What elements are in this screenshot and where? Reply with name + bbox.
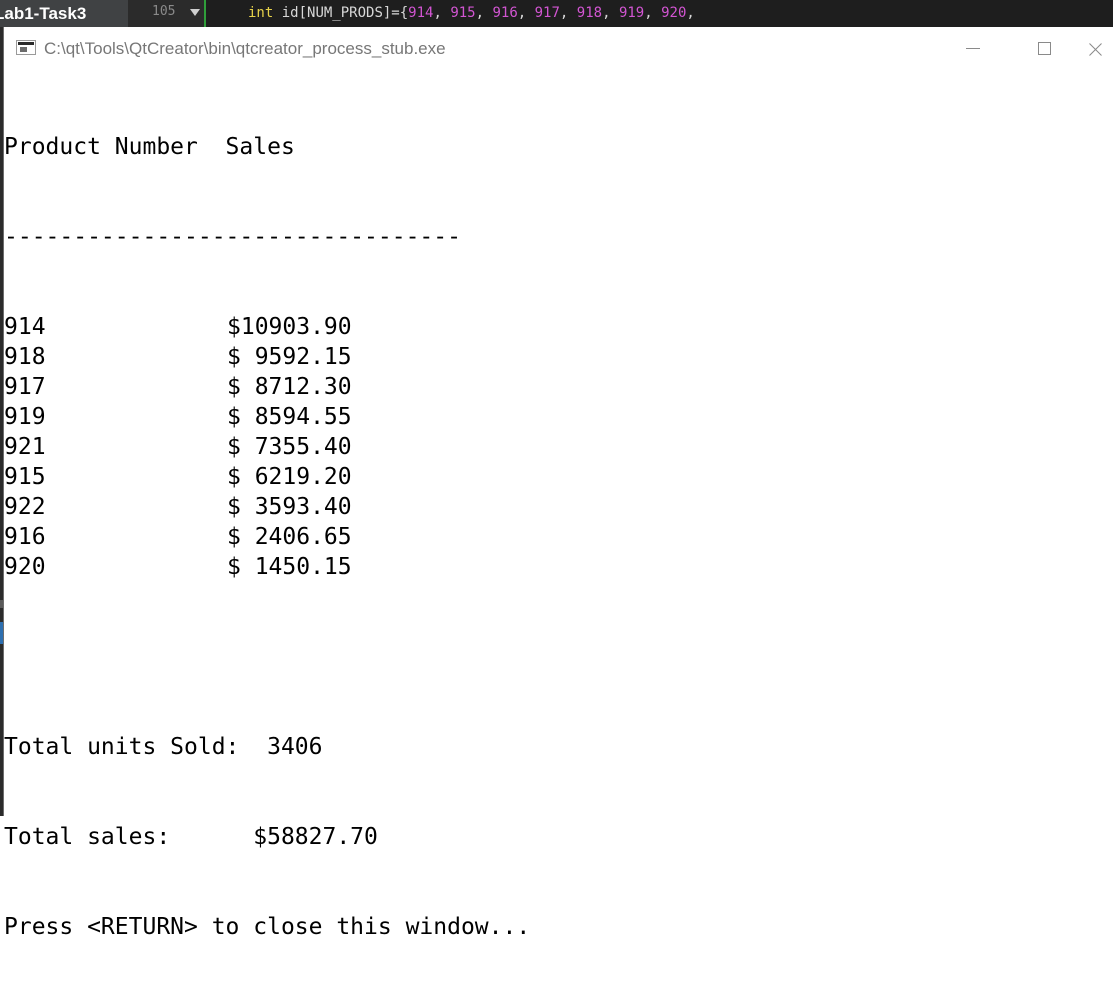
sales-value: $ 3593.40 xyxy=(227,494,352,520)
console-output[interactable]: Product Number Sales -------------------… xyxy=(4,72,1113,940)
sales-value: $ 7355.40 xyxy=(227,434,352,460)
table-row: 916 $ 2406.65 xyxy=(4,522,1113,552)
code-line[interactable]: int id[NUM_PRODS]={914, 915, 916, 917, 9… xyxy=(206,0,695,27)
close-icon xyxy=(1089,42,1103,56)
project-tab[interactable]: Lab1-Task3 xyxy=(0,0,128,27)
code-number: 918 xyxy=(576,5,603,21)
sales-value: $ 6219.20 xyxy=(227,464,352,490)
code-prefix: id[NUM_PRODS]={ xyxy=(273,5,409,21)
table-row: 917 $ 8712.30 xyxy=(4,372,1113,402)
table-divider: --------------------------------- xyxy=(4,224,461,250)
minimize-button[interactable] xyxy=(950,27,996,71)
table-row: 915 $ 6219.20 xyxy=(4,462,1113,492)
product-number: 921 xyxy=(4,434,46,460)
code-separator: , xyxy=(517,5,535,21)
sales-value: $ 8712.30 xyxy=(227,374,352,400)
code-number: 914 xyxy=(408,5,434,21)
table-row: 919 $ 8594.55 xyxy=(4,402,1113,432)
window-titlebar[interactable]: C:\qt\Tools\QtCreator\bin\qtcreator_proc… xyxy=(4,27,1113,71)
sales-value: $ 2406.65 xyxy=(227,524,352,550)
code-separator: , xyxy=(602,5,619,21)
code-separator: , xyxy=(644,5,662,21)
table-row: 922 $ 3593.40 xyxy=(4,492,1113,522)
console-app-icon xyxy=(16,40,36,55)
total-sales: Total sales: $58827.70 xyxy=(4,824,378,850)
code-number: 920 xyxy=(661,5,687,21)
sales-table: 914 $10903.90 918 $ 9592.15 917 $ 8712.30 919 $… xyxy=(4,312,1113,582)
code-numbers: 914, 915, 916, 917, 918, 919, 920, xyxy=(408,5,695,21)
sales-value: $10903.90 xyxy=(227,314,352,340)
code-keyword: int xyxy=(248,5,274,21)
code-number: 916 xyxy=(492,5,518,21)
product-number: 914 xyxy=(4,314,46,340)
product-number: 922 xyxy=(4,494,46,520)
sales-value: $ 1450.15 xyxy=(227,554,352,580)
editor-gutter: 105 xyxy=(128,0,206,27)
product-number: 915 xyxy=(4,464,46,490)
console-window[interactable]: C:\qt\Tools\QtCreator\bin\qtcreator_proc… xyxy=(3,27,1113,940)
code-number: 919 xyxy=(618,5,645,21)
total-units: Total units Sold: 3406 xyxy=(4,734,323,760)
code-number: 915 xyxy=(450,5,476,21)
product-number: 920 xyxy=(4,554,46,580)
code-separator: , xyxy=(686,5,695,21)
table-row: 918 $ 9592.15 xyxy=(4,342,1113,372)
product-number: 918 xyxy=(4,344,46,370)
table-row: 914 $10903.90 xyxy=(4,312,1113,342)
maximize-button[interactable] xyxy=(1021,27,1067,71)
code-number: 917 xyxy=(534,5,560,21)
product-number: 917 xyxy=(4,374,46,400)
code-separator: , xyxy=(559,5,577,21)
window-title: C:\qt\Tools\QtCreator\bin\qtcreator_proc… xyxy=(44,39,446,58)
ide-editor-bar: Lab1-Task3 105 int id[NUM_PRODS]={914, 9… xyxy=(0,0,1113,27)
code-separator: , xyxy=(475,5,493,21)
code-separator: , xyxy=(433,5,451,21)
product-number: 916 xyxy=(4,524,46,550)
close-prompt: Press <RETURN> to close this window... xyxy=(4,914,531,940)
table-row: 920 $ 1450.15 xyxy=(4,552,1113,582)
table-header: Product Number Sales xyxy=(4,134,295,160)
product-number: 919 xyxy=(4,404,46,430)
maximize-icon xyxy=(1037,42,1051,56)
line-number: 105 xyxy=(152,4,176,19)
table-row: 921 $ 7355.40 xyxy=(4,432,1113,462)
sales-value: $ 9592.15 xyxy=(227,344,352,370)
sales-value: $ 8594.55 xyxy=(227,404,352,430)
close-button[interactable] xyxy=(1073,27,1113,71)
fold-arrow-icon[interactable] xyxy=(190,9,200,16)
minimize-icon xyxy=(966,48,980,50)
